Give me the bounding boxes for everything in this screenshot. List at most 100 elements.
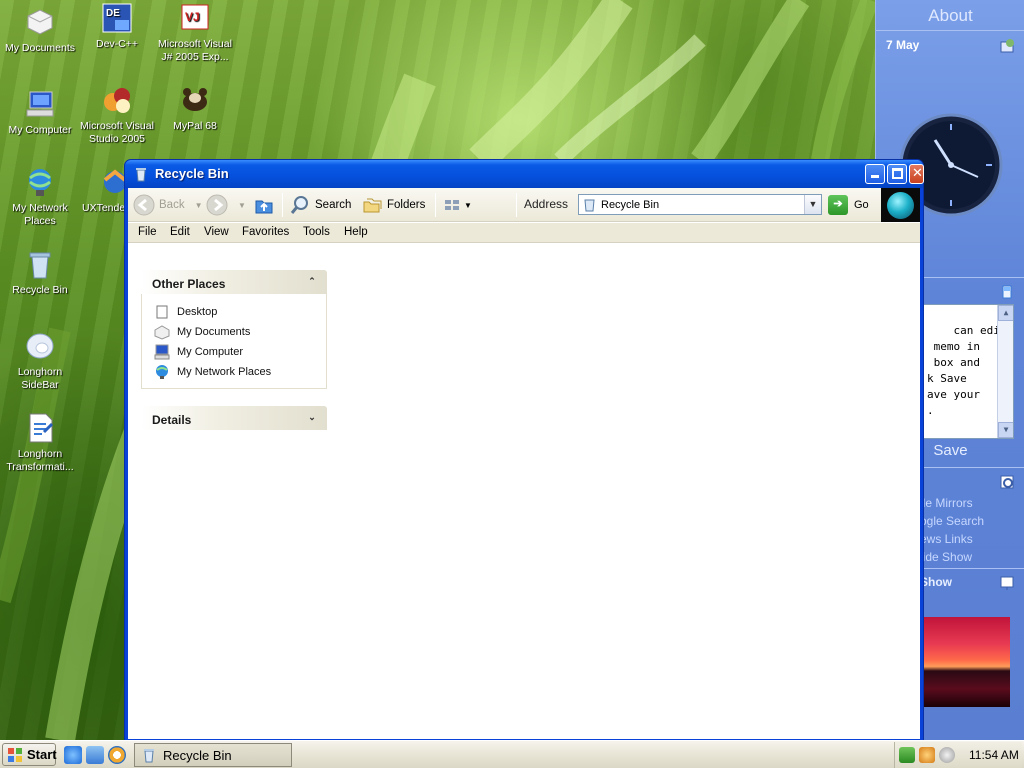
taskbar-item-recycle-bin[interactable]: Recycle Bin xyxy=(134,743,292,767)
scroll-up-arrow-icon[interactable]: ▲ xyxy=(998,305,1013,321)
sidebar-link[interactable]: ile Mirrors xyxy=(920,494,984,512)
desktop-icon-longhorn-sidebar[interactable]: Longhorn SideBar xyxy=(0,330,80,392)
place-link-my-computer[interactable]: My Computer xyxy=(154,342,326,362)
collapse-chevron-icon[interactable]: ⌃ xyxy=(305,275,319,289)
toolbar-separator xyxy=(282,193,283,217)
place-link-desktop[interactable]: Desktop xyxy=(154,302,326,322)
slideshow-title: Show xyxy=(920,575,952,589)
media-player-icon[interactable] xyxy=(108,746,126,764)
menu-tools[interactable]: Tools xyxy=(303,226,330,238)
recycle-bin-small-icon xyxy=(133,166,149,182)
minimize-button[interactable] xyxy=(865,164,885,184)
up-folder-icon xyxy=(253,194,275,216)
maximize-button[interactable] xyxy=(887,164,907,184)
search-label: Search xyxy=(315,199,352,211)
sidebar-link[interactable]: ews Links xyxy=(920,530,984,548)
tray-network-icon[interactable] xyxy=(899,747,915,763)
show-desktop-icon[interactable] xyxy=(86,746,104,764)
file-list-area[interactable] xyxy=(338,244,920,739)
close-button[interactable]: ✕ xyxy=(909,164,924,184)
tile-settings-icon[interactable] xyxy=(999,38,1015,54)
menu-view[interactable]: View xyxy=(204,226,229,238)
system-tray: 11:54 AM xyxy=(894,742,1022,768)
tray-search-icon[interactable] xyxy=(919,747,935,763)
sidebar-links-list: ile Mirrors ogle Search ews Links lide S… xyxy=(920,494,984,566)
my-documents-icon xyxy=(24,6,56,38)
windows-throbber xyxy=(881,188,920,222)
place-link-my-network-places[interactable]: My Network Places xyxy=(154,362,326,382)
desktop-icon-label: My Computer xyxy=(8,124,72,136)
menu-file[interactable]: File xyxy=(138,226,157,238)
folders-icon xyxy=(361,194,383,216)
desktop-icon-dev-cpp[interactable]: DE Dev-C++ xyxy=(77,2,157,51)
start-label: Start xyxy=(27,747,57,762)
desktop-icon-label: Microsoft Visual Studio 2005 xyxy=(80,120,154,145)
details-header[interactable]: Details ⌄ xyxy=(141,406,327,430)
forward-dropdown-icon[interactable]: ▼ xyxy=(238,201,246,210)
desktop-icon-my-computer[interactable]: My Computer xyxy=(0,88,80,137)
explorer-window: Recycle Bin ✕ Back ▼ ▼ Search Folders ▼ … xyxy=(124,159,924,741)
address-dropdown-icon[interactable]: ▼ xyxy=(804,195,821,214)
recycle-bin-task-icon xyxy=(141,747,157,763)
place-link-my-documents[interactable]: My Documents xyxy=(154,322,326,342)
folders-button[interactable]: Folders xyxy=(361,192,425,218)
scroll-down-arrow-icon[interactable]: ▼ xyxy=(998,422,1013,438)
notes-scrollbar[interactable]: ▲ ▼ xyxy=(997,305,1013,438)
network-places-icon xyxy=(24,166,56,198)
back-arrow-icon xyxy=(133,194,155,216)
notes-tile-icon[interactable] xyxy=(999,284,1015,300)
title-bar[interactable]: Recycle Bin ✕ xyxy=(125,160,924,188)
slideshow-tile-icon[interactable] xyxy=(999,575,1015,591)
go-arrow-icon: ➔ xyxy=(828,195,848,215)
menu-favorites[interactable]: Favorites xyxy=(242,226,289,238)
sidebar-link[interactable]: ogle Search xyxy=(920,512,984,530)
start-button[interactable]: Start xyxy=(2,743,57,766)
desktop-icon-my-network-places[interactable]: My Network Places xyxy=(0,166,80,228)
slideshow-image[interactable] xyxy=(920,617,1010,707)
menu-help[interactable]: Help xyxy=(344,226,368,238)
back-dropdown-icon[interactable]: ▼ xyxy=(195,201,203,210)
sidebar-about-title[interactable]: About xyxy=(876,6,1024,26)
search-button[interactable]: Search xyxy=(289,192,351,218)
views-dropdown-icon: ▼ xyxy=(464,200,472,210)
windows-logo-icon xyxy=(7,747,23,763)
desktop-icon-longhorn-transformation[interactable]: Longhorn Transformati... xyxy=(0,412,80,474)
internet-explorer-icon[interactable] xyxy=(64,746,82,764)
taskbar-clock[interactable]: 11:54 AM xyxy=(969,748,1019,762)
desktop-icon-label: Longhorn SideBar xyxy=(17,366,63,391)
back-button[interactable]: Back ▼ xyxy=(133,192,203,218)
notes-textarea[interactable]: can edit memo in box and k Save ave your… xyxy=(922,304,1014,439)
desktop-icon-recycle-bin[interactable]: Recycle Bin xyxy=(0,248,80,297)
desktop-icon-mypal[interactable]: MyPal 68 xyxy=(155,84,235,133)
longhorn-sidebar-icon xyxy=(24,330,56,362)
up-folder-button[interactable] xyxy=(253,192,279,218)
desktop-icon-visual-studio[interactable]: Microsoft Visual Studio 2005 xyxy=(77,84,157,146)
other-places-body: Desktop My Documents My Computer My Netw… xyxy=(141,294,327,389)
recycle-bin-icon xyxy=(24,248,56,280)
place-link-label: My Network Places xyxy=(177,366,272,378)
sidebar-divider xyxy=(876,30,1024,31)
go-button[interactable]: ➔ Go xyxy=(828,194,869,216)
window-client-area: Back ▼ ▼ Search Folders ▼ Address Recycl… xyxy=(128,188,920,739)
links-tile-icon[interactable] xyxy=(999,474,1015,490)
menu-edit[interactable]: Edit xyxy=(170,226,190,238)
standard-toolbar: Back ▼ ▼ Search Folders ▼ Address Recycl… xyxy=(128,188,920,222)
desktop-icon-label: My Documents xyxy=(4,42,76,54)
views-button[interactable]: ▼ xyxy=(442,192,472,218)
recycle-bin-address-icon xyxy=(582,197,597,212)
other-places-header[interactable]: Other Places ⌃ xyxy=(141,270,327,294)
tray-volume-icon[interactable] xyxy=(939,747,955,763)
place-link-label: Desktop xyxy=(177,306,218,318)
desktop-icon-visual-jsharp[interactable]: VJ Microsoft Visual J# 2005 Exp... xyxy=(155,2,235,64)
other-places-title: Other Places xyxy=(152,277,226,291)
desktop-icon-my-documents[interactable]: My Documents xyxy=(0,6,80,55)
desktop-icon xyxy=(154,304,170,320)
desktop-icon-label: UXTende xyxy=(82,202,126,214)
address-bar[interactable]: Recycle Bin ▼ xyxy=(578,194,822,215)
back-label: Back xyxy=(159,199,185,211)
expand-chevron-icon[interactable]: ⌄ xyxy=(305,411,319,425)
details-panel: Details ⌄ xyxy=(141,406,327,430)
sidebar-link[interactable]: lide Show xyxy=(920,548,984,566)
forward-button[interactable]: ▼ xyxy=(206,192,246,218)
sidebar-date: 7 May xyxy=(886,38,920,52)
